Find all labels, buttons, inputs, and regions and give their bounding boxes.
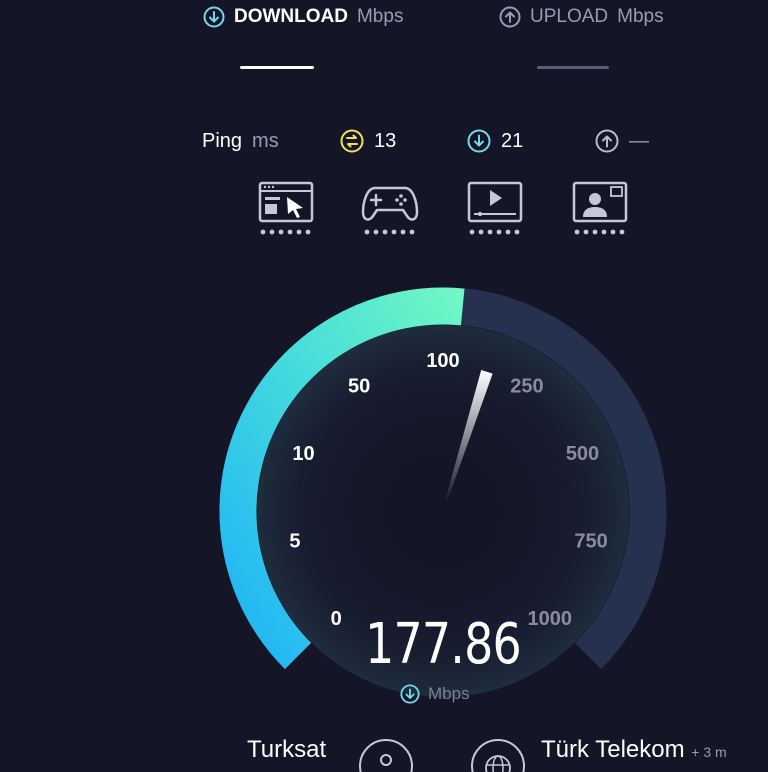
gauge-tick-label: 100 [426, 350, 459, 372]
globe-icon [471, 739, 525, 772]
isp-name: Turksat [247, 736, 327, 763]
gauge-tick-label: 5 [289, 531, 300, 553]
gauge-tick-label: 10 [292, 443, 314, 465]
user-icon [359, 739, 413, 772]
speed-unit-label: Mbps [428, 684, 470, 703]
speed-unit: Mbps [400, 684, 470, 704]
gauge-tick-label: 250 [510, 375, 543, 397]
gauge-tick-label: 750 [574, 531, 607, 553]
gauge-tick-label: 50 [348, 375, 370, 397]
download-arrow-icon [400, 684, 420, 704]
gauge-tick-label: 0 [331, 608, 342, 630]
server-host[interactable]: Türk Telekom + 3 m [541, 736, 727, 764]
gauge-tick-label: 1000 [528, 608, 573, 630]
gauge-tick-label: 500 [566, 443, 599, 465]
speed-readout: 177.86 [365, 612, 522, 677]
server-host-name: Türk Telekom [541, 736, 685, 763]
server-extra: + 3 m [691, 744, 727, 760]
